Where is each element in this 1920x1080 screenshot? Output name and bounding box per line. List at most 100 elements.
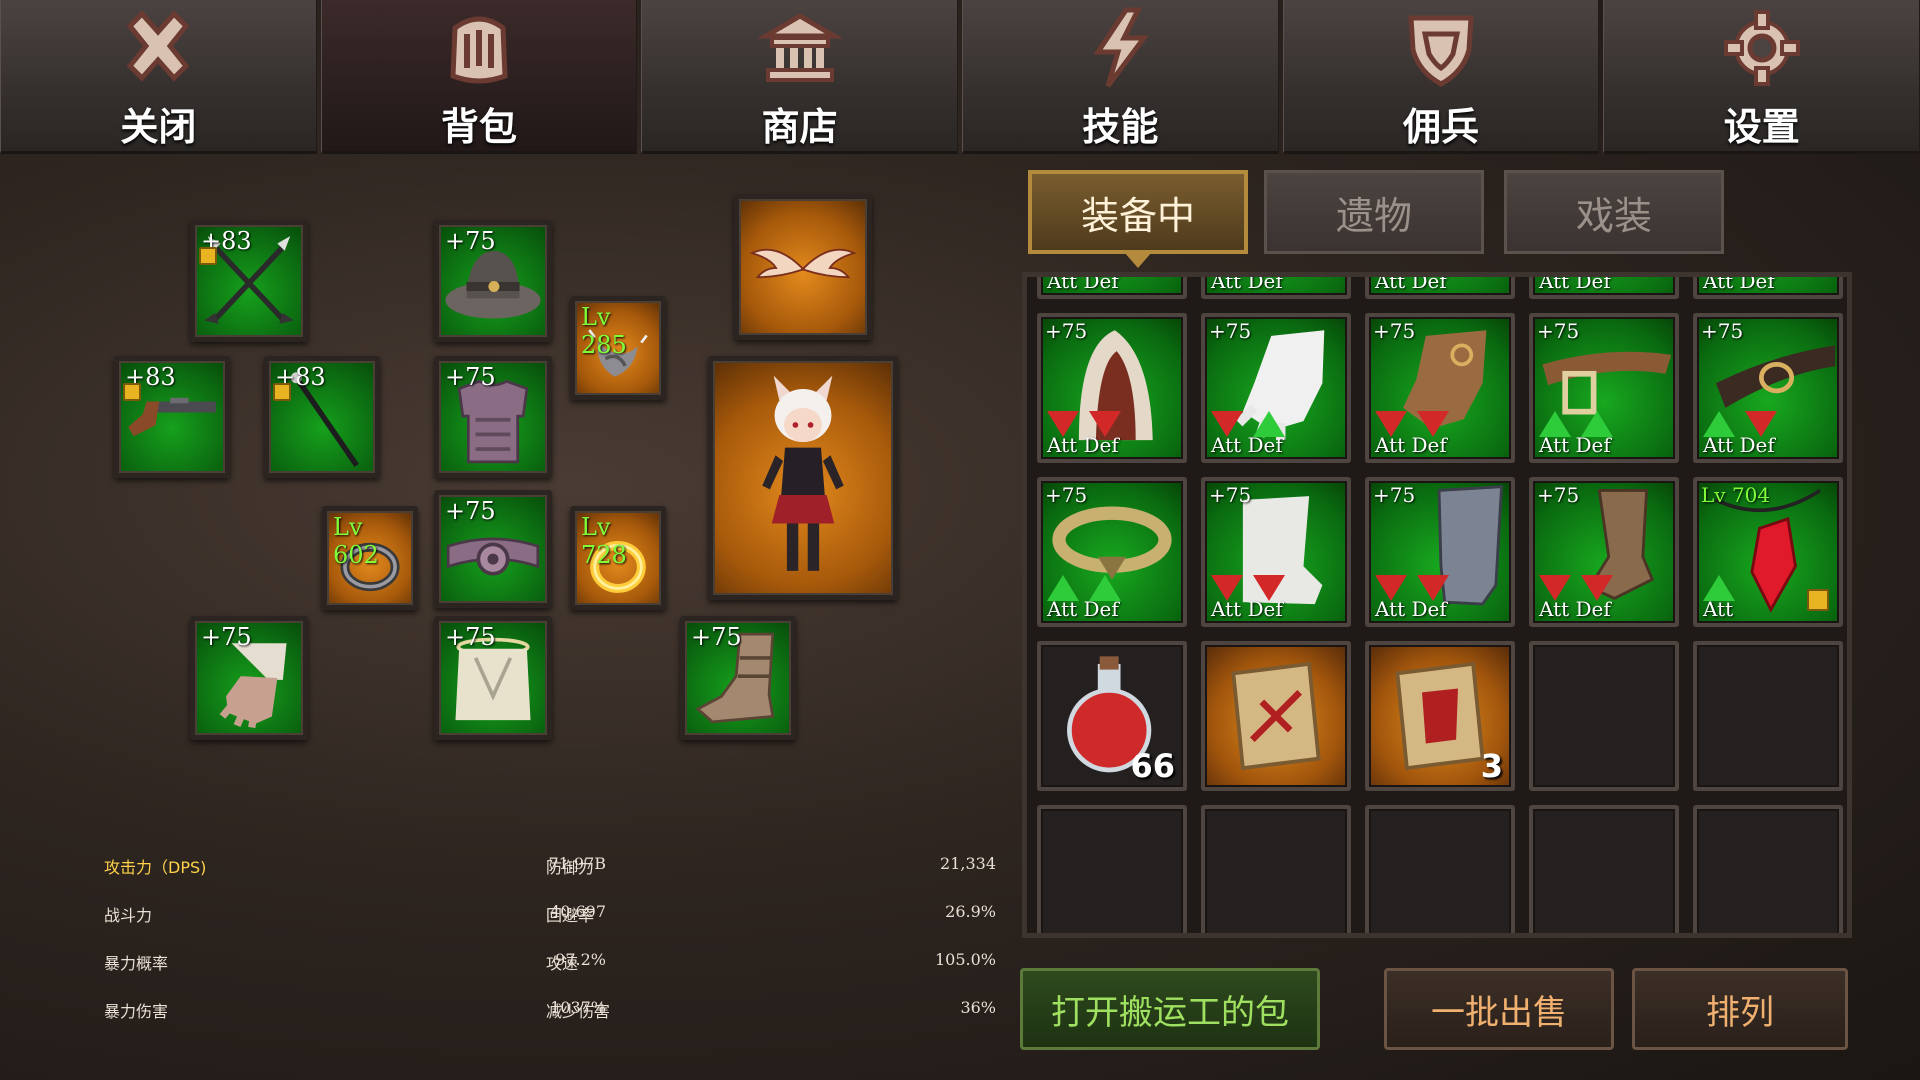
sword-scroll-icon — [1231, 661, 1321, 771]
att-def-label: Att Def — [1375, 272, 1447, 293]
ring-slot-left[interactable]: Lv 602 — [322, 506, 418, 610]
stat-label-defense: 防御力 — [546, 858, 595, 877]
stat-value-defense: 21,334 — [940, 854, 996, 873]
nav-label-mercenary: 佣兵 — [1403, 105, 1480, 149]
amulet-slot[interactable]: Lv 285 — [570, 296, 666, 400]
stat-value-attack-speed: 105.0% — [934, 950, 996, 969]
inventory-empty-slot[interactable] — [1365, 805, 1515, 933]
stat-label-power: 战斗力 — [104, 906, 153, 925]
close-icon — [126, 10, 190, 82]
inventory-item[interactable]: +75 Att Def — [1037, 477, 1187, 627]
item-level: +75 — [691, 623, 742, 651]
skill-icon — [1093, 7, 1150, 88]
stat-label-damage-reduction: 减少伤害 — [546, 1002, 611, 1021]
item-level: +75 — [445, 227, 496, 255]
item-level: +75 — [1701, 319, 1744, 343]
pants-slot[interactable]: +75 — [434, 616, 552, 740]
inventory-item[interactable]: +75 Att Def — [1529, 313, 1679, 463]
item-level: +75 — [445, 497, 496, 525]
nav-label-skill: 技能 — [1082, 105, 1159, 149]
inventory-item[interactable]: +75 Att Def — [1037, 313, 1187, 463]
inventory-item[interactable]: +75 Att Def — [1201, 313, 1351, 463]
att-def-label: Att Def — [1047, 597, 1119, 621]
armor-slot[interactable]: +75 — [434, 356, 552, 478]
item-level: +75 — [1373, 483, 1416, 507]
settings-tab[interactable]: 设置 — [1603, 0, 1920, 154]
att-def-label: Att Def — [1703, 433, 1775, 457]
stat-label-crit-rate: 暴力概率 — [104, 954, 169, 973]
att-def-label: Att Def — [1539, 433, 1611, 457]
item-level: +75 — [445, 363, 496, 391]
inventory-cell-partial[interactable]: Att Def — [1693, 272, 1843, 299]
inventory-item[interactable]: Lv 704 Att — [1693, 477, 1843, 627]
att-label: Att — [1703, 597, 1734, 621]
sort-button[interactable]: 排列 — [1632, 968, 1848, 1050]
nav-label-close: 关闭 — [120, 105, 197, 149]
mercenary-tab[interactable]: 佣兵 — [1282, 0, 1600, 154]
nav-label-settings: 设置 — [1723, 105, 1800, 149]
top-navigation: 关闭 背包 商店 技能 佣兵 设置 — [0, 0, 1920, 154]
att-def-label: Att Def — [1211, 272, 1283, 293]
item-level: +75 — [1373, 319, 1416, 343]
att-def-label: Att Def — [1539, 272, 1611, 293]
inventory-empty-slot[interactable] — [1529, 641, 1679, 791]
att-def-label: Att Def — [1375, 433, 1447, 457]
item-level: Lv 728 — [581, 513, 627, 569]
batch-sell-button[interactable]: 一批出售 — [1384, 968, 1614, 1050]
skill-tab[interactable]: 技能 — [962, 0, 1279, 154]
gloves-slot[interactable]: +75 — [190, 616, 308, 740]
ring-slot-right[interactable]: Lv 728 — [570, 506, 666, 610]
inventory-empty-slot[interactable] — [1693, 805, 1843, 933]
stat-label-evasion: 回避率 — [546, 906, 595, 925]
shop-icon — [757, 13, 842, 82]
item-level: Lv 285 — [581, 303, 627, 359]
inventory-consumable[interactable] — [1201, 641, 1351, 791]
wings-slot[interactable] — [734, 194, 872, 340]
att-def-label: Att Def — [1539, 597, 1611, 621]
att-def-label: Att Def — [1047, 272, 1119, 293]
inventory-cell-partial[interactable]: Att Def — [1529, 272, 1679, 299]
lock-icon — [273, 383, 291, 401]
shop-tab[interactable]: 商店 — [641, 0, 959, 154]
tab-pointer — [1124, 252, 1152, 268]
item-count: 3 — [1480, 747, 1503, 785]
nav-label-shop: 商店 — [761, 105, 838, 149]
backpack-icon — [450, 16, 508, 84]
character-icon — [762, 375, 844, 571]
open-porter-bag-button[interactable]: 打开搬运工的包 — [1020, 968, 1320, 1050]
inventory-empty-slot[interactable] — [1529, 805, 1679, 933]
inventory-cell-partial[interactable]: Att Def — [1201, 272, 1351, 299]
inventory-consumable[interactable]: 3 — [1365, 641, 1515, 791]
att-def-label: Att Def — [1211, 597, 1283, 621]
inventory-item[interactable]: +75 Att Def — [1529, 477, 1679, 627]
pistol-slot[interactable]: +83 — [114, 356, 230, 478]
stat-value-evasion: 26.9% — [945, 902, 996, 921]
inventory-item[interactable]: +75 Att Def — [1693, 313, 1843, 463]
item-count: 66 — [1130, 747, 1175, 785]
att-def-label: Att Def — [1703, 272, 1775, 293]
tab-relics[interactable]: 遗物 — [1264, 170, 1484, 254]
att-def-label: Att Def — [1375, 597, 1447, 621]
mercenary-shield-icon — [1408, 15, 1474, 87]
close-button[interactable]: 关闭 — [0, 0, 317, 154]
belt-slot[interactable]: +75 — [434, 490, 552, 608]
inventory-empty-slot[interactable] — [1693, 641, 1843, 791]
staff-slot[interactable]: +83 — [264, 356, 380, 478]
inventory-cell-partial[interactable]: Att Def — [1037, 272, 1187, 299]
inventory-item[interactable]: +75 Att Def — [1365, 313, 1515, 463]
boots-slot[interactable]: +75 — [680, 616, 796, 740]
inventory-cell-partial[interactable]: Att Def — [1365, 272, 1515, 299]
tab-equipped[interactable]: 装备中 — [1028, 170, 1248, 254]
item-level: +75 — [201, 623, 252, 651]
hat-slot[interactable]: +75 — [434, 220, 552, 342]
att-def-label: Att Def — [1211, 433, 1283, 457]
inventory-item[interactable]: +75 Att Def — [1201, 477, 1351, 627]
inventory-consumable[interactable]: 66 — [1037, 641, 1187, 791]
backpack-tab[interactable]: 背包 — [320, 0, 638, 154]
tab-costume[interactable]: 戏装 — [1504, 170, 1724, 254]
stat-label-attack-speed: 攻速 — [546, 954, 579, 973]
inventory-empty-slot[interactable] — [1037, 805, 1187, 933]
weapon-slot-spears[interactable]: +83 — [190, 220, 308, 342]
inventory-empty-slot[interactable] — [1201, 805, 1351, 933]
inventory-item[interactable]: +75 Att Def — [1365, 477, 1515, 627]
